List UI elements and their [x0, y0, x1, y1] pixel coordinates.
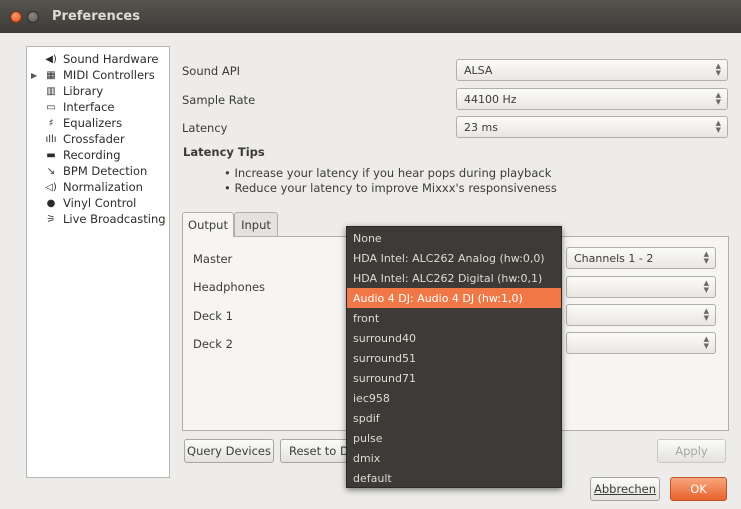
channels-select[interactable]: ▲ ▼	[566, 332, 716, 354]
sidebar-item-interface[interactable]: ▭ Interface	[27, 99, 169, 115]
sidebar-item-label: Interface	[63, 100, 115, 114]
output-row-label: Master	[193, 252, 233, 266]
sidebar-item-bpm-detection[interactable]: ↘ BPM Detection	[27, 163, 169, 179]
combo-arrows-icon: ▲ ▼	[703, 335, 709, 350]
combo-arrows-icon: ▲ ▼	[715, 91, 721, 106]
sidebar-item-label: Normalization	[63, 180, 143, 194]
menu-item-device[interactable]: front	[347, 308, 561, 328]
broadcast-icon: ⚞	[46, 213, 56, 225]
tab-input[interactable]: Input	[234, 212, 278, 236]
sidebar-item-label: Equalizers	[63, 116, 123, 130]
sound-api-label: Sound API	[182, 64, 241, 78]
channels-select[interactable]: ▲ ▼	[566, 276, 716, 298]
expand-arrow-icon[interactable]: ▶	[31, 71, 37, 80]
minimize-icon[interactable]	[27, 11, 39, 23]
sidebar-item-label: BPM Detection	[63, 164, 148, 178]
latency-tip: • Increase your latency if you hear pops…	[224, 166, 552, 180]
output-row-label: Headphones	[193, 280, 266, 294]
close-icon[interactable]	[10, 11, 22, 23]
menu-item-device[interactable]: dmix	[347, 448, 561, 468]
sidebar-item-sound-hardware[interactable]: ◀) Sound Hardware	[27, 51, 169, 67]
sidebar-item-equalizers[interactable]: ♯ Equalizers	[27, 115, 169, 131]
preferences-sidebar: ◀) Sound Hardware ▶ ▦ MIDI Controllers ▥…	[26, 46, 170, 478]
sound-api-select[interactable]: ALSA ▲ ▼	[456, 59, 728, 81]
latency-select[interactable]: 23 ms ▲ ▼	[456, 116, 728, 138]
combo-arrows-icon: ▲ ▼	[703, 307, 709, 322]
ok-button[interactable]: OK	[670, 477, 727, 501]
combo-arrows-icon: ▲ ▼	[715, 62, 721, 77]
sidebar-item-vinyl-control[interactable]: ● Vinyl Control	[27, 195, 169, 211]
device-dropdown-menu: None HDA Intel: ALC262 Analog (hw:0,0) H…	[346, 226, 562, 488]
sidebar-item-crossfader[interactable]: ıllı Crossfader	[27, 131, 169, 147]
sidebar-item-label: Crossfader	[63, 132, 125, 146]
menu-item-device[interactable]: HDA Intel: ALC262 Digital (hw:0,1)	[347, 268, 561, 288]
menu-item-device[interactable]: surround71	[347, 368, 561, 388]
menu-item-device[interactable]: None	[347, 228, 561, 248]
vinyl-icon: ●	[46, 197, 56, 209]
sidebar-item-label: Live Broadcasting	[63, 212, 166, 226]
menu-item-device[interactable]: surround40	[347, 328, 561, 348]
output-row-label: Deck 2	[193, 337, 233, 351]
speaker-icon: ◀)	[45, 53, 57, 65]
sidebar-item-label: Library	[63, 84, 104, 98]
menu-item-device[interactable]: surround51	[347, 348, 561, 368]
menu-item-device[interactable]: spdif	[347, 408, 561, 428]
sidebar-item-recording[interactable]: ▬ Recording	[27, 147, 169, 163]
sample-rate-value: 44100 Hz	[464, 92, 517, 106]
normalization-icon: ◁)	[45, 181, 57, 193]
recording-icon: ▬	[46, 149, 56, 161]
latency-label: Latency	[182, 121, 228, 135]
menu-item-device[interactable]: default	[347, 468, 561, 488]
latency-tips-title: Latency Tips	[183, 145, 265, 159]
tab-output[interactable]: Output	[182, 212, 234, 237]
sidebar-item-label: Vinyl Control	[63, 196, 137, 210]
query-devices-button[interactable]: Query Devices	[184, 439, 274, 463]
channels-value: Channels 1 - 2	[574, 251, 654, 265]
combo-arrows-icon: ▲ ▼	[715, 119, 721, 134]
library-icon: ▥	[46, 85, 56, 97]
sidebar-item-label: MIDI Controllers	[63, 68, 155, 82]
sidebar-item-live-broadcasting[interactable]: ⚞ Live Broadcasting	[27, 211, 169, 227]
sidebar-item-midi-controllers[interactable]: ▶ ▦ MIDI Controllers	[27, 67, 169, 83]
channels-select[interactable]: ▲ ▼	[566, 304, 716, 326]
sample-rate-label: Sample Rate	[182, 93, 256, 107]
sidebar-item-label: Sound Hardware	[63, 52, 159, 66]
apply-button[interactable]: Apply	[657, 439, 726, 463]
cancel-button[interactable]: Abbrechen	[590, 477, 660, 501]
window-title: Preferences	[52, 9, 140, 24]
menu-item-device-selected[interactable]: Audio 4 DJ: Audio 4 DJ (hw:1,0)	[347, 288, 561, 308]
sample-rate-select[interactable]: 44100 Hz ▲ ▼	[456, 88, 728, 110]
latency-tip: • Reduce your latency to improve Mixxx's…	[224, 181, 557, 195]
menu-item-device[interactable]: iec958	[347, 388, 561, 408]
combo-arrows-icon: ▲ ▼	[703, 279, 709, 294]
menu-item-device[interactable]: HDA Intel: ALC262 Analog (hw:0,0)	[347, 248, 561, 268]
channels-select[interactable]: Channels 1 - 2 ▲ ▼	[566, 247, 716, 269]
equalizer-icon: ♯	[48, 117, 54, 129]
crossfader-icon: ıllı	[45, 133, 57, 145]
combo-arrows-icon: ▲ ▼	[703, 250, 709, 265]
menu-item-device[interactable]: pulse	[347, 428, 561, 448]
monitor-icon: ▭	[46, 101, 56, 113]
sidebar-item-library[interactable]: ▥ Library	[27, 83, 169, 99]
title-bar: Preferences	[0, 0, 741, 33]
sidebar-item-label: Recording	[63, 148, 121, 162]
sound-api-value: ALSA	[464, 63, 493, 77]
midi-icon: ▦	[46, 69, 56, 81]
latency-value: 23 ms	[464, 120, 498, 134]
output-row-label: Deck 1	[193, 309, 233, 323]
bpm-icon: ↘	[46, 165, 56, 177]
sidebar-item-normalization[interactable]: ◁) Normalization	[27, 179, 169, 195]
